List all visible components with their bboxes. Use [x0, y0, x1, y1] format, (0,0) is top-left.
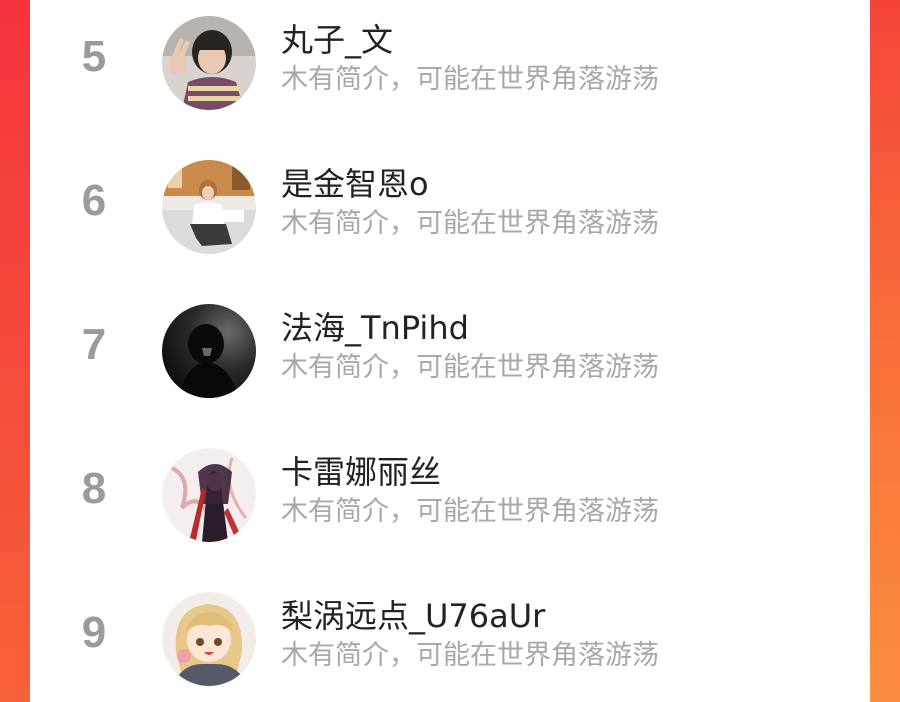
- ranking-row[interactable]: 9 梨涡远点_U76aUr 木有简介，可能在世界角落游荡: [30, 580, 870, 700]
- user-avatar[interactable]: [162, 304, 256, 398]
- left-background-strip: [0, 0, 30, 702]
- rank-number: 5: [81, 32, 107, 81]
- user-name[interactable]: 梨涡远点_U76aUr: [281, 596, 545, 636]
- user-avatar[interactable]: [162, 592, 256, 686]
- avatar-anime-blonde-girl-icon: [162, 592, 256, 686]
- user-name[interactable]: 卡雷娜丽丝: [281, 452, 441, 492]
- avatar-photo-girl-peace-sign-icon: [162, 16, 256, 110]
- ranking-row[interactable]: 5 丸子_文 木有简介，可能在世界角落游荡: [30, 4, 870, 124]
- user-bio: 木有简介，可能在世界角落游荡: [281, 496, 659, 527]
- user-name[interactable]: 是金智恩o: [281, 164, 429, 204]
- rank-number: 7: [81, 320, 107, 369]
- avatar-photo-room-sitting-icon: [162, 160, 256, 254]
- avatar-dark-silhouette-icon: [162, 304, 256, 398]
- right-background-strip: [870, 0, 900, 702]
- user-avatar[interactable]: [162, 160, 256, 254]
- ranking-row[interactable]: 7 法海_TnPihd 木有简介，可能在世界角落游荡: [30, 292, 870, 412]
- avatar-anime-red-dark-icon: [162, 448, 256, 542]
- ranking-list-panel: 5 丸子_文 木有简介，可能在世界角落游荡 6 是金智恩o 木有简介，可能在世界…: [30, 0, 870, 702]
- user-name[interactable]: 丸子_文: [281, 20, 393, 60]
- rank-number: 8: [81, 464, 107, 513]
- user-avatar[interactable]: [162, 448, 256, 542]
- ranking-row[interactable]: 6 是金智恩o 木有简介，可能在世界角落游荡: [30, 148, 870, 268]
- user-bio: 木有简介，可能在世界角落游荡: [281, 640, 659, 671]
- user-avatar[interactable]: [162, 16, 256, 110]
- user-name[interactable]: 法海_TnPihd: [281, 308, 469, 348]
- user-bio: 木有简介，可能在世界角落游荡: [281, 208, 659, 239]
- ranking-row[interactable]: 8 卡雷娜丽丝 木有简介，可能在世界角落游荡: [30, 436, 870, 556]
- user-bio: 木有简介，可能在世界角落游荡: [281, 64, 659, 95]
- rank-number: 6: [81, 176, 107, 225]
- rank-number: 9: [81, 608, 107, 657]
- user-bio: 木有简介，可能在世界角落游荡: [281, 352, 659, 383]
